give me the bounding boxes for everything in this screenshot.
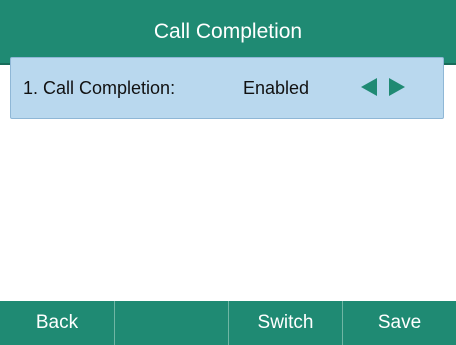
- save-softkey[interactable]: Save: [342, 301, 456, 345]
- setting-label: 1. Call Completion:: [23, 78, 176, 98]
- back-label: Back: [35, 312, 79, 333]
- back-softkey[interactable]: Back: [0, 301, 114, 345]
- empty-softkey: [114, 301, 228, 345]
- save-label: Save: [377, 312, 422, 333]
- phone-screen: Call Completion 1. Call Completion: Enab…: [0, 0, 456, 345]
- right-arrow-icon[interactable]: [389, 78, 405, 96]
- page-title: Call Completion: [153, 19, 303, 43]
- title-bar: Call Completion: [0, 0, 456, 63]
- left-arrow-icon[interactable]: [361, 78, 377, 96]
- setting-value[interactable]: Enabled: [243, 78, 309, 99]
- setting-row-call-completion[interactable]: 1. Call Completion: Enabled: [10, 57, 444, 119]
- value-switch-arrows[interactable]: [361, 78, 417, 100]
- switch-softkey[interactable]: Switch: [228, 301, 342, 345]
- softkey-bar: Back Switch Save: [0, 301, 456, 345]
- switch-label: Switch: [257, 312, 314, 333]
